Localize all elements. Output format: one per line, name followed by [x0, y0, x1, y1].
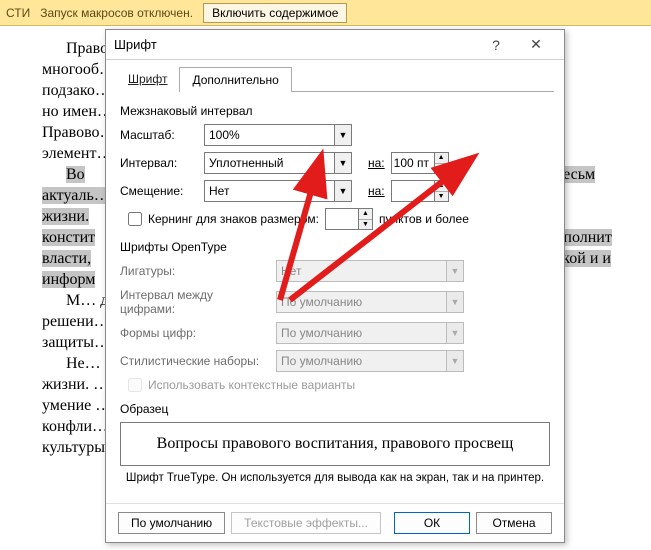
contextual-alternates-checkbox	[128, 378, 142, 392]
char-spacing-group-label: Межзнаковый интервал	[120, 104, 550, 118]
kerning-size-field[interactable]: ▲▼	[325, 208, 373, 230]
chevron-down-icon[interactable]: ▼	[446, 322, 464, 344]
chevron-down-icon[interactable]: ▼	[334, 124, 352, 146]
chevron-down-icon[interactable]: ▼	[446, 260, 464, 282]
text-effects-button: Текстовые эффекты...	[231, 512, 381, 534]
spacing-label: Интервал:	[120, 156, 198, 170]
spacing-input[interactable]	[204, 152, 334, 174]
position-combo[interactable]: ▼	[204, 180, 352, 202]
position-by-input[interactable]	[391, 180, 435, 202]
number-form-combo[interactable]: ▼	[276, 322, 464, 344]
spinner-icon[interactable]: ▲▼	[359, 208, 373, 230]
security-prefix: СТИ	[6, 6, 30, 20]
stylistic-sets-input[interactable]	[276, 350, 446, 372]
spinner-icon[interactable]: ▲▼	[435, 152, 449, 174]
chevron-down-icon[interactable]: ▼	[446, 350, 464, 372]
spacing-combo[interactable]: ▼	[204, 152, 352, 174]
position-label: Смещение:	[120, 184, 198, 198]
number-spacing-combo[interactable]: ▼	[276, 291, 464, 313]
number-spacing-input[interactable]	[276, 291, 446, 313]
tab-font[interactable]: Шрифт	[116, 67, 179, 92]
scale-combo[interactable]: ▼	[204, 124, 352, 146]
tab-bar: Шрифт Дополнительно	[106, 60, 564, 91]
chevron-down-icon[interactable]: ▼	[446, 291, 464, 313]
macro-security-bar: СТИ Запуск макросов отключен. Включить с…	[0, 0, 651, 26]
kerning-unit: пунктов и более	[379, 212, 469, 226]
stylistic-sets-label: Стилистические наборы:	[120, 354, 270, 368]
spacing-by-input[interactable]	[391, 152, 435, 174]
stylistic-sets-combo[interactable]: ▼	[276, 350, 464, 372]
number-spacing-label: Интервал между цифрами:	[120, 288, 270, 316]
spacing-by-field[interactable]: ▲▼	[391, 152, 449, 174]
sample-label: Образец	[120, 402, 550, 416]
set-default-button[interactable]: По умолчанию	[118, 512, 225, 534]
sample-description: Шрифт TrueType. Он используется для выво…	[120, 472, 550, 484]
dialog-footer: По умолчанию Текстовые эффекты... ОК Отм…	[106, 503, 564, 542]
help-button[interactable]: ?	[476, 31, 516, 59]
position-by-label: на:	[368, 184, 385, 198]
ligatures-label: Лигатуры:	[120, 264, 270, 278]
position-by-field[interactable]: ▲▼	[391, 180, 449, 202]
spacing-by-label: на:	[368, 156, 385, 170]
contextual-alternates-label: Использовать контекстные варианты	[148, 378, 355, 392]
dialog-titlebar: Шрифт ? ✕	[106, 30, 564, 60]
dialog-title: Шрифт	[114, 37, 476, 52]
ligatures-combo[interactable]: ▼	[276, 260, 464, 282]
number-form-input[interactable]	[276, 322, 446, 344]
enable-content-button[interactable]: Включить содержимое	[203, 3, 347, 23]
chevron-down-icon[interactable]: ▼	[334, 180, 352, 202]
cancel-button[interactable]: Отмена	[476, 512, 552, 534]
opentype-group-label: Шрифты OpenType	[120, 240, 550, 254]
scale-input[interactable]	[204, 124, 334, 146]
font-dialog: Шрифт ? ✕ Шрифт Дополнительно Межзнаковы…	[105, 29, 565, 543]
spinner-icon[interactable]: ▲▼	[435, 180, 449, 202]
scale-label: Масштаб:	[120, 128, 198, 142]
ligatures-input[interactable]	[276, 260, 446, 282]
sample-preview: Вопросы правового воспитания, правового …	[120, 422, 550, 466]
security-message: Запуск макросов отключен.	[40, 6, 193, 20]
kerning-checkbox[interactable]	[128, 212, 142, 226]
number-form-label: Формы цифр:	[120, 326, 270, 340]
kerning-size-input[interactable]	[325, 208, 359, 230]
close-button[interactable]: ✕	[516, 31, 556, 59]
kerning-label: Кернинг для знаков размером:	[148, 212, 319, 226]
chevron-down-icon[interactable]: ▼	[334, 152, 352, 174]
position-input[interactable]	[204, 180, 334, 202]
tab-advanced[interactable]: Дополнительно	[179, 67, 291, 92]
ok-button[interactable]: ОК	[394, 512, 470, 534]
